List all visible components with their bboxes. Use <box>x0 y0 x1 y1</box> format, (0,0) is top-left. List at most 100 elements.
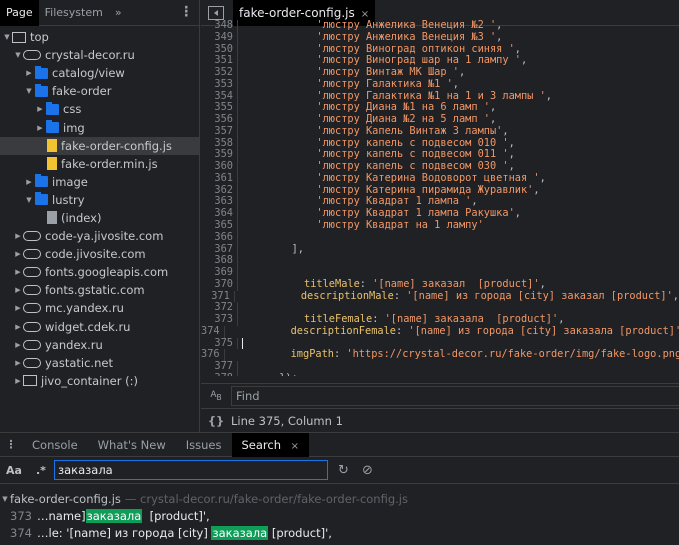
tree-item[interactable]: ▶ fonts.googleapis.com <box>0 263 199 281</box>
line-number: 374 <box>10 525 32 540</box>
code-token: , <box>533 183 540 196</box>
code-token: descriptionFemale <box>228 324 396 337</box>
result-file[interactable]: ▼ fake-order-config.js — crystal-decor.ru/… <box>0 490 679 507</box>
match-highlight: заказала <box>85 508 143 523</box>
tab-search[interactable]: Search × <box>231 432 310 457</box>
refresh-icon[interactable]: ↻ <box>338 463 352 478</box>
tree-item[interactable]: ▶ catalog/view <box>0 64 199 82</box>
match-case-button[interactable]: Aa <box>6 464 30 477</box>
tree-item[interactable]: ▶ image <box>0 173 199 191</box>
tab-whats-new[interactable]: What's New <box>88 433 176 457</box>
chevron-right-icon[interactable]: ▶ <box>13 232 23 240</box>
chevron-down-icon[interactable]: ▼ <box>2 33 12 41</box>
chevron-right-icon[interactable]: ▶ <box>13 359 23 367</box>
tree-item-label: crystal-decor.ru <box>45 48 135 63</box>
result-file-path: — crystal-decor.ru/fake-order/fake-order… <box>124 491 408 506</box>
tree-item-label: (index) <box>61 210 102 225</box>
tree-item[interactable]: (index) <box>0 209 199 227</box>
tab-label: fake-order-config.js <box>239 5 355 20</box>
tree-item-label: yandex.ru <box>45 337 103 352</box>
cloud-icon <box>23 357 41 368</box>
code-token: , <box>452 77 459 90</box>
find-bar: AB Find <box>201 383 679 409</box>
search-input[interactable]: заказала <box>54 460 328 480</box>
tree-item[interactable]: ▼ fake-order <box>0 82 199 100</box>
chevron-down-icon[interactable]: ▼ <box>24 87 34 95</box>
chevron-down-icon[interactable]: ▼ <box>24 196 34 204</box>
toggle-navigator-icon[interactable] <box>208 5 224 20</box>
tree-item-label: fake-order <box>52 84 112 99</box>
tree-item[interactable]: ▶ css <box>0 100 199 118</box>
more-tabs-button[interactable]: » <box>109 0 128 26</box>
chevron-right-icon[interactable]: ▶ <box>13 250 23 258</box>
tree-item[interactable]: ▶ code-ya.jivosite.com <box>0 227 199 245</box>
code-token: 'люстру Квадрат 1 лампа Ракушка' <box>242 207 515 220</box>
drawer-menu-icon[interactable]: ⋮ <box>0 438 22 451</box>
match-case-icon[interactable]: AB <box>201 390 231 402</box>
chevron-right-icon[interactable]: ▶ <box>13 268 23 276</box>
code-token: }); <box>242 372 298 376</box>
pretty-print-icon[interactable]: {} <box>201 414 231 428</box>
editor-panel: fake-order-config.js × 348 'люстру Анжели… <box>201 0 679 432</box>
tab-page[interactable]: Page <box>0 0 39 26</box>
tree-item-label: image <box>52 174 88 189</box>
tree-item[interactable]: ▼ top <box>0 28 199 46</box>
result-line[interactable]: 374 …le: '[name] из города [city] заказал… <box>0 524 679 541</box>
chevron-down-icon[interactable]: ▼ <box>13 51 23 59</box>
code-token: , <box>672 289 679 302</box>
tree-item[interactable]: fake-order-config.js <box>0 136 199 155</box>
chevron-right-icon[interactable]: ▶ <box>13 286 23 294</box>
js-file-icon <box>47 139 57 153</box>
tab-filesystem[interactable]: Filesystem <box>39 0 109 26</box>
tree-item[interactable]: ▶ fonts.gstatic.com <box>0 281 199 299</box>
chevron-right-icon[interactable]: ▶ <box>24 178 34 186</box>
tree-item[interactable]: ▼ lustry <box>0 191 199 209</box>
code-line: 365 'люстру Квадрат на 1 лампу' <box>201 219 679 232</box>
find-input[interactable]: Find <box>231 386 679 406</box>
line-number: 357 <box>201 125 238 138</box>
code-token: , <box>539 171 546 184</box>
tab-console[interactable]: Console <box>22 433 88 457</box>
tree-item[interactable]: ▶ mc.yandex.ru <box>0 299 199 317</box>
frame-icon <box>23 375 37 387</box>
tree-item[interactable]: ▶ img <box>0 118 199 136</box>
file-tree: ▼ top ▼ crystal-decor.ru ▶ catalog/view ▼ fake-… <box>0 28 199 390</box>
tree-item[interactable]: ▶ yastatic.net <box>0 354 199 372</box>
kebab-menu-icon[interactable]: · · · <box>184 1 189 23</box>
close-icon[interactable]: × <box>291 441 299 452</box>
chevron-right-icon[interactable]: ▶ <box>13 323 23 331</box>
regex-button[interactable]: .* <box>36 464 52 477</box>
chevron-right-icon[interactable]: ▶ <box>24 69 34 77</box>
chevron-right-icon[interactable]: ▶ <box>13 304 23 312</box>
line-number: 374 <box>201 325 225 338</box>
chevron-right-icon[interactable]: ▶ <box>35 124 45 132</box>
tab-issues[interactable]: Issues <box>176 433 232 457</box>
search-results: ▼ fake-order-config.js — crystal-decor.ru/… <box>0 484 679 541</box>
chevron-right-icon[interactable]: ▶ <box>13 341 23 349</box>
code-token: , <box>508 136 515 149</box>
tree-item[interactable]: ▼ crystal-decor.ru <box>0 46 199 64</box>
code-area[interactable]: 348 'люстру Анжелика Венеция №2 ', 349 'л… <box>201 20 679 376</box>
tree-item-label: fonts.googleapis.com <box>45 265 169 280</box>
clear-icon[interactable]: ⊘ <box>362 463 376 478</box>
tree-item-label: mc.yandex.ru <box>45 301 124 316</box>
line-number: 349 <box>201 31 238 44</box>
code-token: '[name] из города [city] заказал [produc… <box>406 289 673 302</box>
code-token: : <box>334 348 347 361</box>
code-token: 'люстру Галактика №1 ' <box>242 77 453 90</box>
tree-item-label: top <box>30 30 49 45</box>
result-line[interactable]: 373 …name] заказала [product]', <box>0 507 679 524</box>
match-after: [product]', <box>142 508 210 523</box>
close-icon[interactable]: × <box>361 9 369 20</box>
tree-item[interactable]: ▶ widget.cdek.ru <box>0 318 199 336</box>
code-token: 'люстру капель с подвесом 030 ' <box>242 160 509 173</box>
tree-item[interactable]: ▶ jivo_container (:) <box>0 372 199 390</box>
chevron-right-icon[interactable]: ▶ <box>13 377 23 385</box>
code-token: , <box>545 89 552 102</box>
code-token: 'люстру Виноград оптикон синяя ' <box>242 42 515 55</box>
status-bar: {} Line 375, Column 1 <box>201 409 679 432</box>
chevron-right-icon[interactable]: ▶ <box>35 105 45 113</box>
tree-item[interactable]: fake-order.min.js <box>0 155 199 173</box>
tree-item[interactable]: ▶ yandex.ru <box>0 336 199 354</box>
tree-item[interactable]: ▶ code.jivosite.com <box>0 245 199 263</box>
